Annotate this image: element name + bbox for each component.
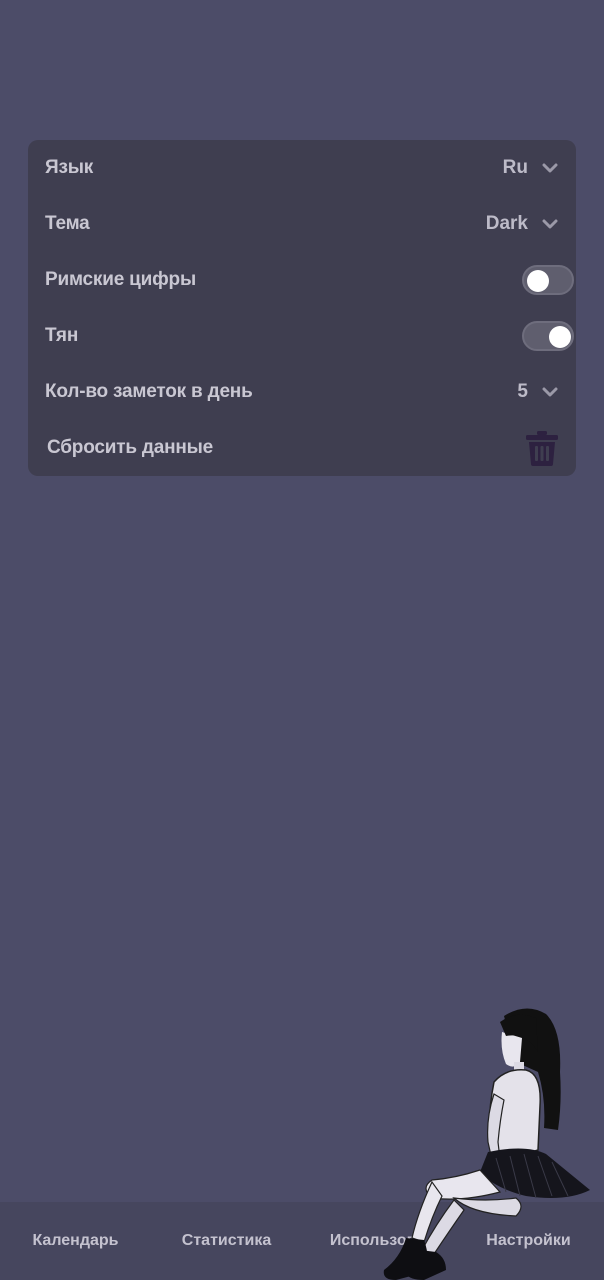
toggle-knob: [527, 270, 549, 292]
girl-illustration: [383, 1008, 590, 1280]
tyan-setting: Тян: [28, 308, 576, 364]
tyan-label: Тян: [45, 325, 79, 346]
tyan-toggle[interactable]: [522, 321, 574, 351]
reset-setting: Сбросить данные: [28, 420, 576, 476]
language-setting[interactable]: Язык Ru: [28, 140, 576, 196]
notes-per-day-value: 5: [517, 381, 528, 402]
settings-screen: Язык Ru Тема Dark Римские цифры Тян Кол-…: [0, 0, 604, 1280]
roman-numerals-label: Римские цифры: [45, 269, 196, 290]
chevron-down-icon[interactable]: [542, 218, 558, 230]
nav-statistics[interactable]: Статистика: [151, 1232, 302, 1250]
chevron-down-icon[interactable]: [542, 386, 558, 398]
trash-icon[interactable]: [524, 430, 560, 466]
language-value: Ru: [502, 157, 528, 178]
chevron-down-icon[interactable]: [542, 162, 558, 174]
notes-per-day-label: Кол-во заметок в день: [45, 381, 253, 402]
theme-label: Тема: [45, 213, 90, 234]
reset-label: Сбросить данные: [47, 437, 214, 458]
roman-numerals-toggle[interactable]: [522, 265, 574, 295]
notes-per-day-setting[interactable]: Кол-во заметок в день 5: [28, 364, 576, 420]
toggle-knob: [549, 326, 571, 348]
language-label: Язык: [45, 157, 94, 178]
roman-numerals-setting: Римские цифры: [28, 252, 576, 308]
theme-value: Dark: [485, 213, 528, 234]
nav-calendar[interactable]: Календарь: [0, 1232, 151, 1250]
settings-card: Язык Ru Тема Dark Римские цифры Тян Кол-…: [28, 140, 576, 476]
theme-setting[interactable]: Тема Dark: [28, 196, 576, 252]
